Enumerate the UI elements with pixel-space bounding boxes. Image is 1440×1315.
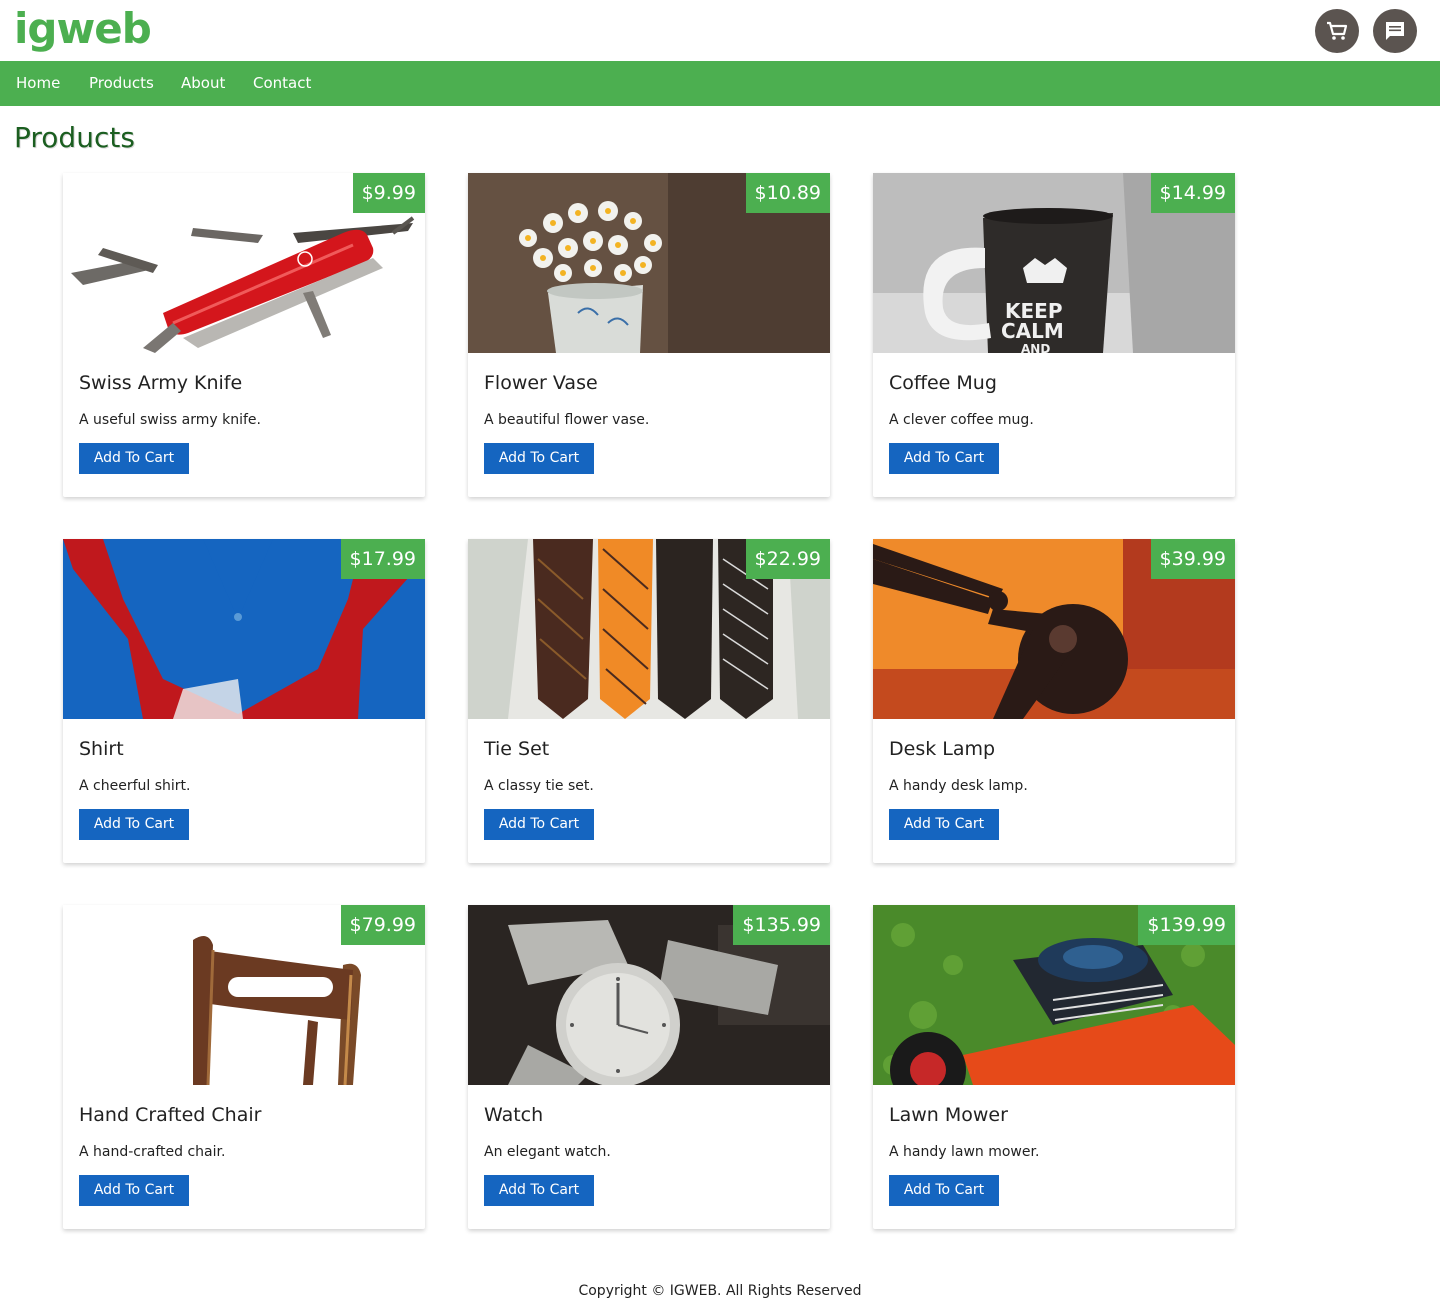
footer-copyright: Copyright © IGWEB. All Rights Reserved (578, 1283, 862, 1299)
add-to-cart-button[interactable]: Add To Cart (889, 1175, 999, 1206)
product-card: $10.89 Flower Vase A beautiful flower va… (468, 173, 830, 497)
svg-text:AND: AND (1021, 342, 1050, 353)
product-description: An elegant watch. (484, 1144, 611, 1160)
product-card: $39.99 Desk Lamp A handy desk lamp. Add … (873, 539, 1235, 863)
product-card: $22.99 Tie Set A classy tie set. Add To … (468, 539, 830, 863)
product-name: Lawn Mower (889, 1104, 1008, 1126)
product-description: A useful swiss army knife. (79, 412, 261, 428)
add-to-cart-button[interactable]: Add To Cart (484, 1175, 594, 1206)
product-name: Desk Lamp (889, 738, 996, 760)
price-badge: $135.99 (733, 905, 830, 945)
product-name: Hand Crafted Chair (79, 1104, 262, 1126)
add-to-cart-button[interactable]: Add To Cart (79, 443, 189, 474)
nav-products[interactable]: Products (89, 61, 154, 106)
price-badge: $9.99 (352, 173, 425, 213)
main-navbar: Home Products About Contact (0, 61, 1440, 106)
add-to-cart-button[interactable]: Add To Cart (889, 809, 999, 840)
product-name: Coffee Mug (889, 372, 997, 394)
product-description: A handy desk lamp. (889, 778, 1028, 794)
cart-icon[interactable] (1315, 9, 1359, 53)
product-name: Flower Vase (484, 372, 598, 394)
product-name: Tie Set (484, 738, 550, 760)
nav-home[interactable]: Home (16, 61, 60, 106)
chat-icon[interactable] (1373, 9, 1417, 53)
product-description: A hand-crafted chair. (79, 1144, 226, 1160)
add-to-cart-button[interactable]: Add To Cart (889, 443, 999, 474)
price-badge: $22.99 (745, 539, 830, 579)
product-card: $9.99 Swiss Army Knife A useful swiss ar… (63, 173, 425, 497)
product-description: A clever coffee mug. (889, 412, 1034, 428)
site-logo[interactable]: igweb (14, 4, 152, 54)
product-card: $139.99 Lawn Mower A handy lawn mower. A… (873, 905, 1235, 1229)
price-badge: $10.89 (745, 173, 830, 213)
svg-text:CALM: CALM (1001, 319, 1064, 343)
product-card: $17.99 Shirt A cheerful shirt. Add To Ca… (63, 539, 425, 863)
add-to-cart-button[interactable]: Add To Cart (484, 443, 594, 474)
nav-about[interactable]: About (181, 61, 225, 106)
nav-contact[interactable]: Contact (253, 61, 311, 106)
add-to-cart-button[interactable]: Add To Cart (484, 809, 594, 840)
product-description: A handy lawn mower. (889, 1144, 1040, 1160)
price-badge: $139.99 (1138, 905, 1235, 945)
product-description: A classy tie set. (484, 778, 594, 794)
site-header: igweb (0, 0, 1440, 61)
product-card: $135.99 Watch An elegant watch. Add To C… (468, 905, 830, 1229)
price-badge: $14.99 (1150, 173, 1235, 213)
add-to-cart-button[interactable]: Add To Cart (79, 1175, 189, 1206)
price-badge: $39.99 (1150, 539, 1235, 579)
price-badge: $17.99 (340, 539, 425, 579)
product-description: A cheerful shirt. (79, 778, 191, 794)
price-badge: $79.99 (340, 905, 425, 945)
page-title: Products (14, 121, 135, 154)
product-card: KEEP CALM AND $14.99 Coffee Mug A clever… (873, 173, 1235, 497)
product-card: $79.99 Hand Crafted Chair A hand-crafted… (63, 905, 425, 1229)
product-description: A beautiful flower vase. (484, 412, 650, 428)
product-name: Swiss Army Knife (79, 372, 243, 394)
product-name: Shirt (79, 738, 124, 760)
add-to-cart-button[interactable]: Add To Cart (79, 809, 189, 840)
product-name: Watch (484, 1104, 544, 1126)
